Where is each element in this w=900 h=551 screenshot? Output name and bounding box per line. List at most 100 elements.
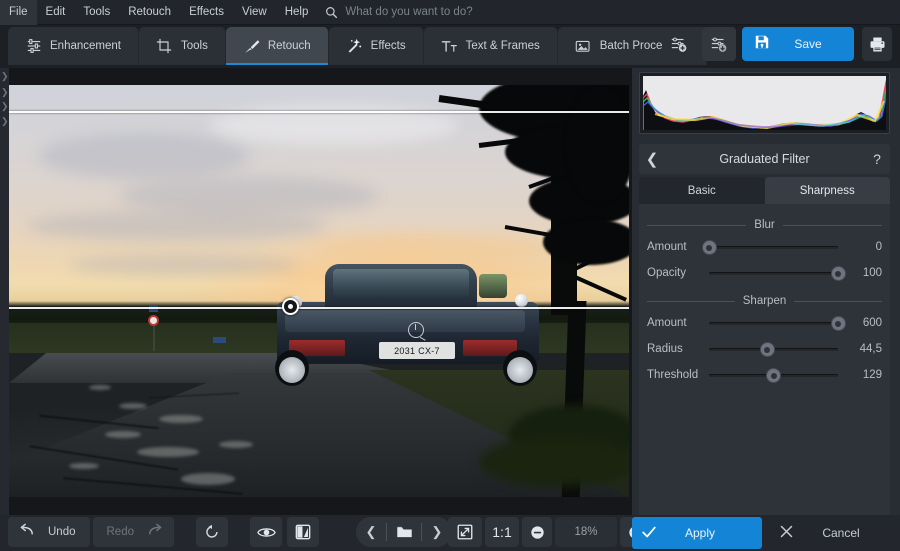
slider-sharpen-threshold[interactable]: [709, 366, 838, 384]
row-sharpen-radius-label: Radius: [647, 343, 683, 355]
bottom-right-group: Apply Cancel: [632, 517, 894, 549]
prev-image-button[interactable]: ❮: [356, 517, 386, 547]
menu-file[interactable]: File: [0, 0, 37, 25]
crop-icon: [156, 38, 173, 55]
images-icon: [575, 38, 592, 55]
folder-icon: [396, 526, 412, 538]
menu-effects[interactable]: Effects: [180, 0, 233, 25]
save-button[interactable]: Save: [742, 27, 854, 61]
fit-to-screen-icon: [457, 524, 473, 540]
apply-label: Apply: [684, 526, 716, 540]
row-sharpen-amount-label: Amount: [647, 317, 687, 329]
tab-retouch-label: Retouch: [267, 40, 311, 52]
menu-bar: File Edit Tools Retouch Effects View Hel…: [0, 0, 900, 25]
tab-retouch[interactable]: Retouch: [225, 27, 329, 65]
undo-button[interactable]: Undo: [8, 517, 90, 547]
floppy-disk-icon: [754, 34, 770, 55]
slider-blur-amount[interactable]: [702, 238, 838, 256]
section-blur-label: Blur: [754, 219, 775, 231]
save-button-label: Save: [794, 37, 822, 51]
car-emblem: [408, 322, 424, 338]
image-canvas[interactable]: 2031 CX-7: [9, 68, 632, 520]
chevron-left-icon[interactable]: ❮: [639, 150, 665, 168]
save-preset-button[interactable]: [702, 27, 736, 61]
search-box[interactable]: What do you want to do?: [325, 6, 473, 19]
add-preset-button[interactable]: [662, 27, 696, 61]
panel-header: ❮ Graduated Filter ?: [639, 144, 890, 174]
check-icon: [632, 524, 666, 543]
undo-label: Undo: [48, 526, 76, 538]
row-sharpen-threshold: Threshold 129: [647, 364, 882, 386]
cancel-label: Cancel: [822, 526, 860, 540]
slider-blur-opacity[interactable]: [709, 264, 845, 282]
graduated-filter-handle[interactable]: [282, 298, 299, 315]
graduated-filter-top-line[interactable]: [9, 111, 629, 113]
graduated-filter-bottom-line[interactable]: [9, 307, 629, 309]
row-blur-amount: Amount 0: [647, 236, 882, 258]
rotate-ccw-icon: [206, 524, 218, 538]
search-icon: [325, 6, 338, 19]
row-blur-opacity: Opacity 100: [647, 262, 882, 284]
zoom-controls: 1:1 18%: [448, 517, 650, 547]
tab-effects[interactable]: Effects: [328, 27, 424, 65]
right-panel: ❮ Graduated Filter ? Basic Sharpness Blu…: [632, 68, 900, 551]
histogram-panel: [639, 72, 890, 134]
open-folder-button[interactable]: [387, 517, 421, 547]
eye-icon: [256, 527, 276, 537]
slider-sharpen-amount[interactable]: [709, 314, 845, 332]
tab-enhancement-label: Enhancement: [50, 40, 121, 52]
tab-effects-label: Effects: [370, 40, 406, 52]
tab-sharpness-label: Sharpness: [799, 184, 855, 197]
question-mark-icon[interactable]: ?: [864, 151, 890, 167]
chevron-right-icon-4[interactable]: ❯: [1, 117, 9, 126]
section-blur: Blur: [647, 218, 883, 232]
panel-tab-bar: Basic Sharpness: [639, 177, 890, 204]
fit-to-screen-button[interactable]: [448, 517, 482, 547]
tab-basic[interactable]: Basic: [639, 177, 765, 204]
menu-edit[interactable]: Edit: [37, 0, 75, 25]
apply-button[interactable]: Apply: [632, 517, 762, 549]
chevron-right-icon-3[interactable]: ❯: [1, 102, 9, 111]
zoom-out-button[interactable]: [522, 517, 552, 547]
zoom-100-button[interactable]: 1:1: [485, 517, 519, 547]
row-sharpen-amount: Amount 600: [647, 312, 882, 334]
left-edge-rail: ❯ ❯ ❯ ❯: [0, 68, 9, 520]
search-placeholder: What do you want to do?: [345, 6, 473, 18]
bottom-left-group: Undo Redo ❮ ❯: [8, 517, 452, 547]
section-sharpen: Sharpen: [647, 294, 883, 308]
panel-body: Blur Amount 0 Opacity 100 Sharpen Amount…: [639, 204, 890, 551]
chevron-right-icon-2[interactable]: ❯: [1, 88, 9, 97]
slider-sharpen-radius[interactable]: [709, 340, 838, 358]
redo-button[interactable]: Redo: [92, 517, 174, 547]
cancel-button[interactable]: Cancel: [766, 517, 894, 549]
revert-button[interactable]: [196, 517, 228, 547]
compare-button[interactable]: [287, 517, 319, 547]
magic-wand-icon: [346, 38, 363, 55]
menu-view[interactable]: View: [233, 0, 276, 25]
redo-arrow-icon: [146, 523, 164, 542]
before-after-icon: [295, 524, 311, 540]
menu-tools[interactable]: Tools: [74, 0, 119, 25]
tab-sharpness[interactable]: Sharpness: [764, 177, 890, 204]
row-blur-amount-value: 0: [875, 241, 882, 253]
preview-toggle-button[interactable]: [250, 517, 282, 547]
tab-enhancement[interactable]: Enhancement: [8, 27, 139, 65]
tab-text-frames[interactable]: Text & Frames: [423, 27, 558, 65]
menu-retouch[interactable]: Retouch: [119, 0, 180, 25]
chevron-right-icon-1[interactable]: ❯: [1, 72, 9, 81]
sliders-icon: [25, 38, 42, 55]
road-sign-disc: [148, 315, 159, 326]
menu-help[interactable]: Help: [276, 0, 318, 25]
tab-tools[interactable]: Tools: [138, 27, 226, 65]
row-blur-opacity-value: 100: [862, 267, 882, 279]
redo-label: Redo: [106, 526, 135, 538]
row-blur-opacity-label: Opacity: [647, 267, 686, 279]
print-button[interactable]: [862, 27, 892, 61]
text-icon: [441, 38, 458, 55]
license-plate: 2031 CX-7: [379, 342, 455, 359]
tab-basic-label: Basic: [687, 184, 716, 197]
top-right-actions: Save: [662, 27, 900, 61]
zoom-percent-field[interactable]: 18%: [555, 517, 617, 547]
panel-title: Graduated Filter: [719, 152, 810, 166]
photo-preview[interactable]: 2031 CX-7: [9, 85, 629, 497]
